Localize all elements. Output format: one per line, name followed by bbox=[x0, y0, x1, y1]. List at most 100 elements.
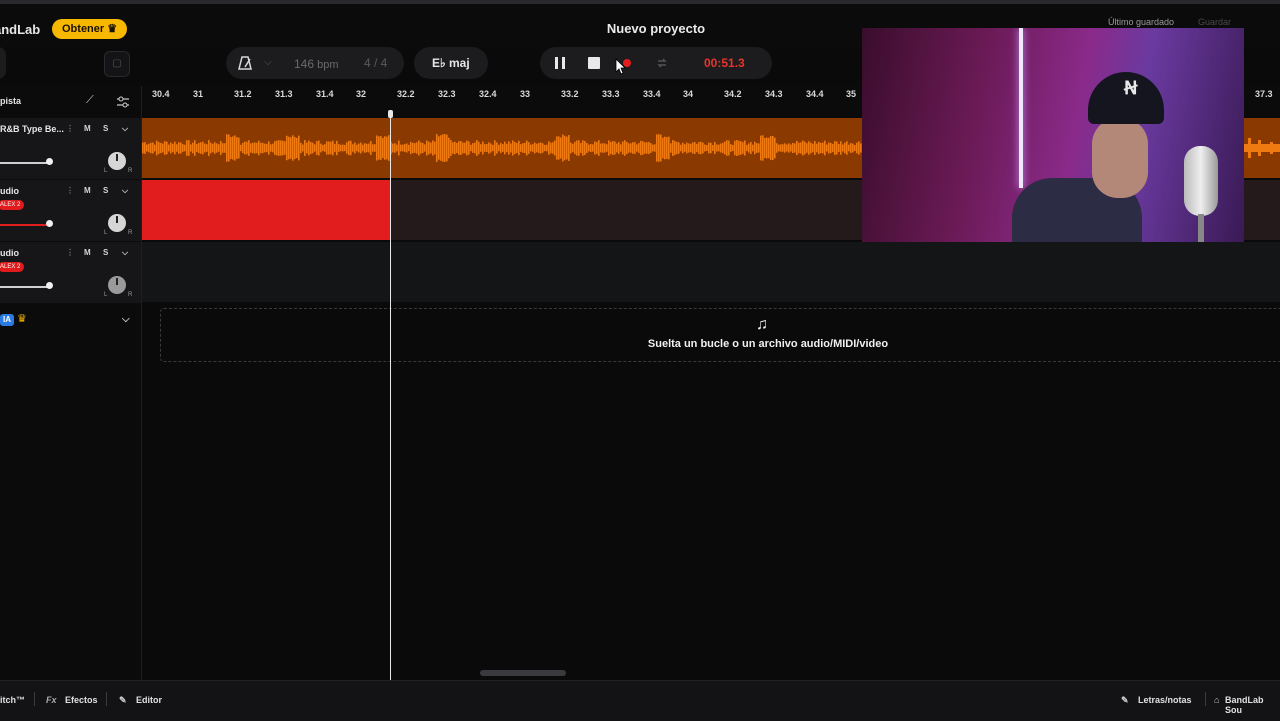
track-header-3[interactable]: udio ALEX 2 ⋮ M S ⌵ L R bbox=[0, 242, 141, 304]
track-name[interactable]: udio bbox=[0, 186, 19, 196]
time-display: 00:51.3 bbox=[704, 56, 745, 70]
chevron-down-icon[interactable]: ⌵ bbox=[264, 57, 272, 68]
mute-button[interactable]: M bbox=[84, 124, 91, 133]
loop-icon[interactable] bbox=[655, 56, 669, 70]
audio-track-lane[interactable] bbox=[142, 242, 1280, 302]
chevron-down-icon[interactable]: ⌵ bbox=[122, 124, 128, 134]
time-signature[interactable]: 4 / 4 bbox=[364, 56, 387, 70]
volume-slider[interactable] bbox=[0, 286, 48, 288]
volume-slider-thumb[interactable] bbox=[46, 220, 53, 227]
ruler-tick-label: 32.3 bbox=[438, 89, 456, 99]
track-name[interactable]: udio bbox=[0, 248, 19, 258]
solo-button[interactable]: S bbox=[103, 248, 108, 257]
track-menu-icon[interactable]: ⋮ bbox=[66, 124, 74, 133]
mic-stand bbox=[1198, 214, 1204, 242]
recording-clip[interactable] bbox=[142, 180, 391, 240]
pan-knob[interactable] bbox=[108, 152, 126, 170]
add-track-button[interactable]: pista bbox=[0, 96, 21, 106]
track-menu-icon[interactable]: ⋮ bbox=[66, 248, 74, 257]
chevron-down-icon[interactable]: ⌵ bbox=[122, 314, 130, 325]
ruler-tick-label: 32 bbox=[356, 89, 367, 99]
volume-slider-thumb[interactable] bbox=[46, 282, 53, 289]
ruler-tick-label: 30.4 bbox=[152, 89, 170, 99]
divider bbox=[1205, 692, 1206, 706]
ruler-tick-label: 33.4 bbox=[643, 89, 661, 99]
playhead-handle[interactable] bbox=[388, 110, 393, 118]
ruler-tick-label: 33.3 bbox=[602, 89, 620, 99]
bandlab-logo[interactable]: andLab bbox=[0, 22, 40, 37]
horizontal-scrollbar[interactable] bbox=[480, 670, 566, 676]
cap-logo: Ꞥ bbox=[1124, 78, 1138, 98]
divider bbox=[34, 692, 35, 706]
track-menu-icon[interactable]: ⋮ bbox=[66, 186, 74, 195]
ruler-tick-label: 34 bbox=[683, 89, 694, 99]
mixer-icon[interactable] bbox=[116, 95, 130, 109]
ruler-tick-label: 33.2 bbox=[561, 89, 579, 99]
divider bbox=[106, 692, 107, 706]
pan-left-label: L bbox=[104, 168, 108, 174]
ruler-tick-label: 33 bbox=[520, 89, 531, 99]
project-title[interactable]: Nuevo proyecto bbox=[560, 21, 752, 36]
stop-icon[interactable] bbox=[587, 56, 601, 70]
tempo-field[interactable]: 146 bpm bbox=[294, 57, 339, 71]
solo-button[interactable]: S bbox=[103, 124, 108, 133]
ruler-tick-label: 31.2 bbox=[234, 89, 252, 99]
pause-icon[interactable] bbox=[553, 56, 567, 70]
volume-slider-thumb[interactable] bbox=[46, 158, 53, 165]
pan-left-label: L bbox=[104, 230, 108, 236]
save-button[interactable]: Guardar bbox=[1198, 17, 1231, 27]
mouse-cursor-icon bbox=[615, 58, 626, 75]
effects-button[interactable]: Efectos bbox=[65, 695, 98, 705]
window-top-edge bbox=[0, 0, 1280, 4]
sidebar-toggle-button[interactable] bbox=[0, 47, 6, 79]
metronome-icon[interactable] bbox=[237, 55, 253, 71]
ruler-tick-label: 34.4 bbox=[806, 89, 824, 99]
mute-button[interactable]: M bbox=[84, 186, 91, 195]
track-header-2[interactable]: udio ALEX 2 ⋮ M S ⌵ L R bbox=[0, 180, 141, 242]
bandlab-sounds-button[interactable]: BandLab Sou bbox=[1225, 695, 1280, 715]
solo-button[interactable]: S bbox=[103, 186, 108, 195]
chevron-down-icon[interactable]: ⌵ bbox=[122, 186, 128, 196]
lyrics-notes-button[interactable]: Letras/notas bbox=[1138, 695, 1192, 705]
ruler-tick-label: 32.4 bbox=[479, 89, 497, 99]
ruler-tick-label: 31 bbox=[193, 89, 204, 99]
key-label[interactable]: E♭ maj bbox=[432, 56, 470, 70]
beat-waveform bbox=[142, 134, 864, 162]
input-device-badge[interactable]: ALEX 2 bbox=[0, 262, 25, 272]
autopitch-button[interactable]: itch™ bbox=[0, 695, 25, 705]
pan-right-label: R bbox=[128, 168, 133, 174]
music-note-icon: ♫ bbox=[756, 316, 768, 333]
ruler-tick-label: 37.3 bbox=[1255, 89, 1273, 99]
input-device-badge[interactable]: ALEX 2 bbox=[0, 200, 25, 210]
beat-waveform-right bbox=[1244, 138, 1280, 158]
bpm-unit: bpm bbox=[317, 59, 339, 71]
pan-right-label: R bbox=[128, 292, 133, 298]
track-header-1[interactable]: R&B Type Be... ⋮ M S ⌵ L R bbox=[0, 118, 141, 180]
person-face bbox=[1092, 118, 1148, 198]
bpm-value[interactable]: 146 bbox=[294, 57, 314, 71]
drop-zone-text: Suelta un bucle o un archivo audio/MIDI/… bbox=[647, 338, 889, 350]
volume-slider[interactable] bbox=[0, 162, 48, 164]
ruler-tick-label: 35 bbox=[846, 89, 857, 99]
light-strip bbox=[1019, 28, 1023, 188]
microphone bbox=[1184, 146, 1218, 216]
track-name[interactable]: R&B Type Be... bbox=[0, 124, 64, 134]
chevron-down-icon[interactable]: ⌵ bbox=[122, 248, 128, 258]
wrench-icon[interactable]: ⟋ bbox=[86, 94, 94, 107]
webcam-overlay: Ꞥ bbox=[862, 28, 1244, 242]
pan-knob[interactable] bbox=[108, 214, 126, 232]
ai-badge[interactable]: IA bbox=[0, 314, 14, 326]
editor-button[interactable]: Editor bbox=[136, 695, 162, 705]
pan-knob[interactable] bbox=[108, 276, 126, 294]
pan-left-label: L bbox=[104, 292, 108, 298]
ruler-tick-label: 34.2 bbox=[724, 89, 742, 99]
fx-icon: Fx bbox=[46, 695, 57, 705]
crown-icon: ♛ bbox=[17, 313, 27, 325]
mute-button[interactable]: M bbox=[84, 248, 91, 257]
instrument-library-icon[interactable]: ▢ bbox=[104, 51, 130, 77]
drop-zone[interactable] bbox=[160, 308, 1280, 362]
get-membership-button[interactable]: Obtener ♛ bbox=[52, 19, 128, 39]
volume-slider[interactable] bbox=[0, 224, 48, 226]
ruler-tick-label: 31.4 bbox=[316, 89, 334, 99]
playhead[interactable] bbox=[390, 112, 391, 680]
